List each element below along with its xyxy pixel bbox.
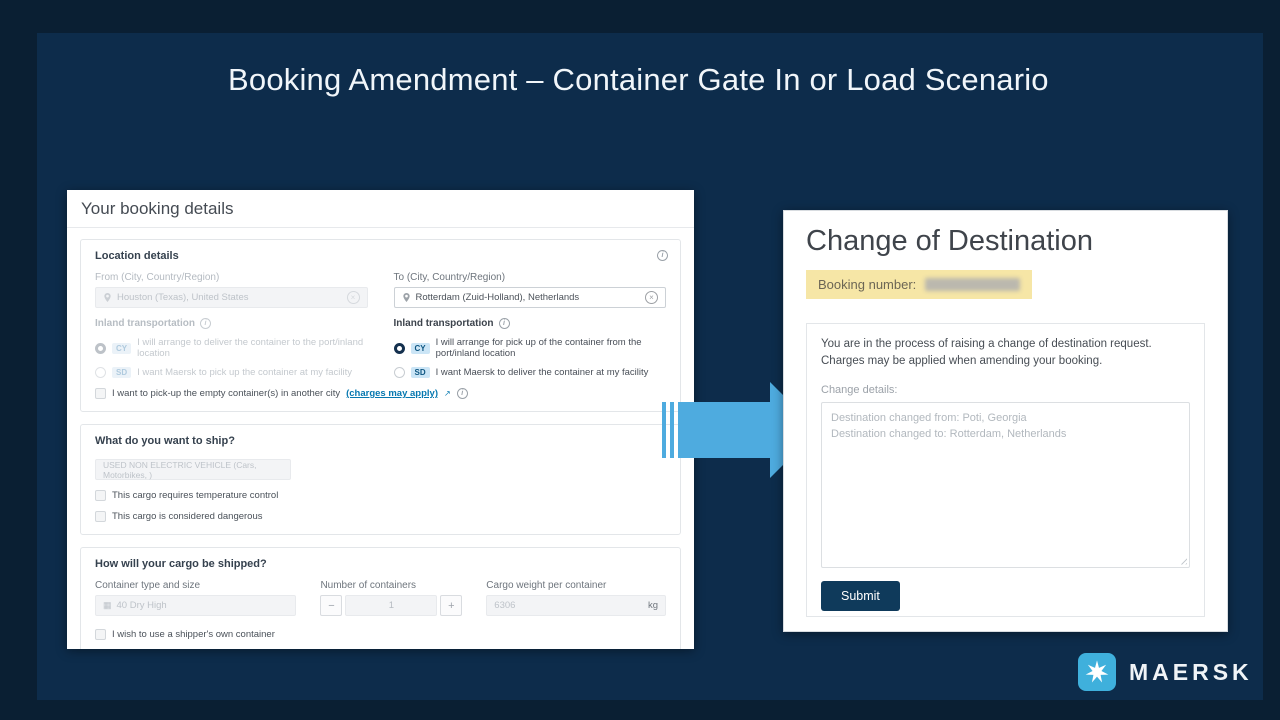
container-count-stepper: − 1 + xyxy=(320,595,462,616)
maersk-logo: MAERSK xyxy=(1078,653,1253,691)
location-details-section: Location details i From (City, Country/R… xyxy=(80,239,681,412)
from-column: From (City, Country/Region) Houston (Tex… xyxy=(95,272,368,378)
to-cy-text: I will arrange for pick up of the contai… xyxy=(436,337,666,359)
dangerous-cargo-checkbox[interactable] xyxy=(95,511,106,522)
charges-may-apply-link[interactable]: (charges may apply) xyxy=(346,388,438,399)
from-sd-badge: SD xyxy=(112,367,131,378)
arrow-stripe xyxy=(670,402,674,458)
count-value-field[interactable]: 1 xyxy=(345,595,437,616)
from-cy-badge: CY xyxy=(112,343,131,354)
booking-details-title: Your booking details xyxy=(67,190,694,228)
arrow-body xyxy=(678,402,770,458)
own-container-row[interactable]: I wish to use a shipper's own container xyxy=(95,629,666,640)
booking-number-highlight: Booking number: xyxy=(806,270,1032,299)
from-clear-icon[interactable]: × xyxy=(347,291,360,304)
container-count-field: Number of containers − 1 + xyxy=(320,580,462,616)
change-request-box: You are in the process of raising a chan… xyxy=(806,323,1205,617)
change-destination-title: Change of Destination xyxy=(806,225,1205,258)
change-details-label: Change details: xyxy=(821,384,1190,396)
slide-title: Booking Amendment – Container Gate In or… xyxy=(228,58,1078,101)
commodity-heading: What do you want to ship? xyxy=(95,435,666,447)
from-sd-radio[interactable] xyxy=(95,367,106,378)
cargo-weight-input[interactable]: 6306 kg xyxy=(486,595,666,616)
cargo-weight-label: Cargo weight per container xyxy=(486,580,666,591)
own-container-checkbox[interactable] xyxy=(95,629,106,640)
from-sd-text: I want Maersk to pick up the container a… xyxy=(137,367,352,378)
container-icon: ▦ xyxy=(103,600,112,611)
booking-number-redacted xyxy=(925,278,1020,291)
location-pin-icon xyxy=(103,292,112,303)
from-input[interactable]: Houston (Texas), United States × xyxy=(95,287,368,308)
from-label: From (City, Country/Region) xyxy=(95,272,368,283)
commodity-value: USED NON ELECTRIC VEHICLE (Cars, Motorbi… xyxy=(103,460,283,480)
to-sd-radio[interactable] xyxy=(394,367,405,378)
temperature-control-text: This cargo requires temperature control xyxy=(112,490,278,501)
change-from-line: Destination changed from: Poti, Georgia xyxy=(831,410,1180,427)
count-increment-button[interactable]: + xyxy=(440,595,462,616)
to-sd-text: I want Maersk to deliver the container a… xyxy=(436,367,649,378)
location-grid: From (City, Country/Region) Houston (Tex… xyxy=(95,272,666,378)
dangerous-cargo-text: This cargo is considered dangerous xyxy=(112,511,263,522)
container-type-label: Container type and size xyxy=(95,580,296,591)
cargo-weight-unit: kg xyxy=(648,600,658,611)
to-value: Rotterdam (Zuid-Holland), Netherlands xyxy=(416,292,580,303)
to-option-sd[interactable]: SD I want Maersk to deliver the containe… xyxy=(394,367,667,378)
cargo-weight-value: 6306 xyxy=(494,600,515,611)
pickup-other-city-row[interactable]: I want to pick-up the empty container(s)… xyxy=(95,388,666,399)
cargo-weight-field: Cargo weight per container 6306 kg xyxy=(486,580,666,616)
maersk-star-icon xyxy=(1078,653,1116,691)
booking-details-body: Location details i From (City, Country/R… xyxy=(67,228,694,649)
container-type-input[interactable]: ▦ 40 Dry High xyxy=(95,595,296,616)
commodity-section: What do you want to ship? USED NON ELECT… xyxy=(80,424,681,535)
change-request-notice: You are in the process of raising a chan… xyxy=(821,336,1190,371)
container-count-label: Number of containers xyxy=(320,580,462,591)
to-label: To (City, Country/Region) xyxy=(394,272,667,283)
location-pin-icon xyxy=(402,292,411,303)
container-type-field: Container type and size ▦ 40 Dry High xyxy=(95,580,296,616)
temperature-control-row[interactable]: This cargo requires temperature control xyxy=(95,490,666,501)
from-inland-info-icon[interactable]: i xyxy=(200,318,211,329)
container-type-value: 40 Dry High xyxy=(117,600,167,611)
to-inland-label: Inland transportation xyxy=(394,318,494,329)
change-destination-card: Change of Destination Booking number: Yo… xyxy=(783,210,1228,632)
external-link-icon: ↗ xyxy=(444,389,451,398)
from-inland-label-row: Inland transportation i xyxy=(95,318,368,329)
change-to-line: Destination changed to: Rotterdam, Nethe… xyxy=(831,426,1180,443)
to-column: To (City, Country/Region) Rotterdam (Zui… xyxy=(394,272,667,378)
submit-button[interactable]: Submit xyxy=(821,581,900,611)
pickup-info-icon[interactable]: i xyxy=(457,388,468,399)
shipment-heading: How will your cargo be shipped? xyxy=(95,558,666,570)
from-option-cy[interactable]: CY I will arrange to deliver the contain… xyxy=(95,337,368,359)
to-option-cy[interactable]: CY I will arrange for pick up of the con… xyxy=(394,337,667,359)
from-cy-text: I will arrange to deliver the container … xyxy=(137,337,367,359)
location-details-heading: Location details xyxy=(95,250,666,262)
pickup-other-city-text: I want to pick-up the empty container(s)… xyxy=(112,388,340,399)
count-decrement-button[interactable]: − xyxy=(320,595,342,616)
booking-details-card: Your booking details Location details i … xyxy=(67,190,694,649)
to-clear-icon[interactable]: × xyxy=(645,291,658,304)
from-value: Houston (Texas), United States xyxy=(117,292,248,303)
to-inland-label-row: Inland transportation i xyxy=(394,318,667,329)
shipment-fields: Container type and size ▦ 40 Dry High Nu… xyxy=(95,580,666,616)
booking-number-label: Booking number: xyxy=(818,277,916,292)
own-container-text: I wish to use a shipper's own container xyxy=(112,629,275,640)
from-option-sd[interactable]: SD I want Maersk to pick up the containe… xyxy=(95,367,368,378)
to-cy-radio[interactable] xyxy=(394,343,405,354)
dangerous-cargo-row[interactable]: This cargo is considered dangerous xyxy=(95,511,666,522)
to-inland-info-icon[interactable]: i xyxy=(499,318,510,329)
maersk-wordmark: MAERSK xyxy=(1129,659,1253,686)
to-cy-badge: CY xyxy=(411,343,430,354)
from-cy-radio[interactable] xyxy=(95,343,106,354)
shipment-section: How will your cargo be shipped? Containe… xyxy=(80,547,681,649)
temperature-control-checkbox[interactable] xyxy=(95,490,106,501)
pickup-other-city-checkbox[interactable] xyxy=(95,388,106,399)
to-input[interactable]: Rotterdam (Zuid-Holland), Netherlands × xyxy=(394,287,667,308)
commodity-input[interactable]: USED NON ELECTRIC VEHICLE (Cars, Motorbi… xyxy=(95,459,291,480)
change-details-textarea[interactable]: Destination changed from: Poti, Georgia … xyxy=(821,402,1190,568)
from-inland-label: Inland transportation xyxy=(95,318,195,329)
arrow-stripe xyxy=(662,402,666,458)
to-sd-badge: SD xyxy=(411,367,430,378)
location-info-icon[interactable]: i xyxy=(657,250,668,261)
